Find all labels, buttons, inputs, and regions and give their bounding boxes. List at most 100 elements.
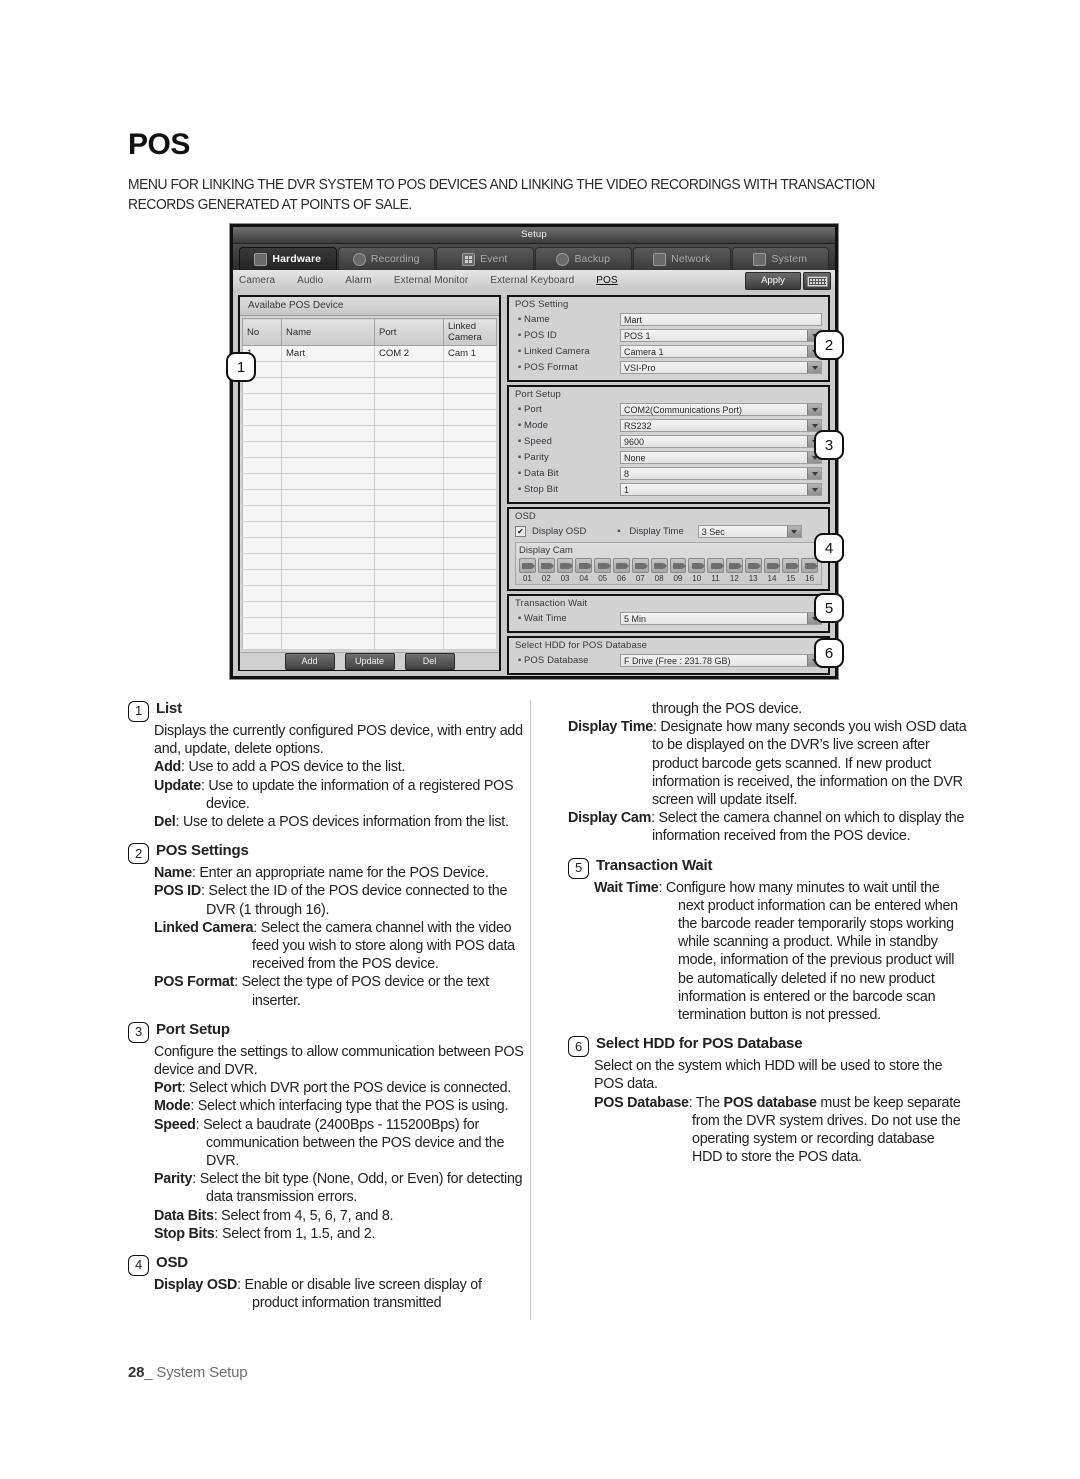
- subtab-alarm[interactable]: Alarm: [345, 275, 372, 286]
- table-row-empty[interactable]: [242, 361, 497, 378]
- cam-cell-10[interactable]: 10: [688, 558, 706, 583]
- tab-network[interactable]: Network: [633, 247, 731, 270]
- chevron-down-icon[interactable]: [807, 362, 821, 373]
- select-pos-id[interactable]: POS 1: [620, 329, 822, 342]
- table-row-empty[interactable]: [242, 473, 497, 490]
- select-port[interactable]: COM2(Communications Port): [620, 403, 822, 416]
- cam-cell-15[interactable]: 15: [782, 558, 800, 583]
- camera-icon[interactable]: [707, 558, 724, 573]
- camera-icon[interactable]: [669, 558, 687, 573]
- table-row-empty[interactable]: [242, 505, 497, 522]
- virtual-keyboard-button[interactable]: [803, 272, 831, 290]
- cam-cell-04[interactable]: 04: [575, 558, 593, 583]
- camera-icon[interactable]: [744, 558, 762, 573]
- cam-cell-12[interactable]: 12: [725, 558, 743, 583]
- chevron-down-icon[interactable]: [807, 484, 821, 495]
- camera-icon[interactable]: [725, 558, 743, 573]
- cam-cell-01[interactable]: 01: [519, 558, 536, 583]
- select-pos-format[interactable]: VSI-Pro: [620, 361, 822, 374]
- select-parity[interactable]: None: [620, 451, 822, 464]
- camera-icon[interactable]: [594, 558, 612, 573]
- update-button[interactable]: Update: [344, 653, 395, 670]
- camera-icon[interactable]: [556, 558, 574, 573]
- table-row-empty[interactable]: [242, 633, 497, 650]
- camera-icon[interactable]: [650, 558, 668, 573]
- camera-icon[interactable]: [763, 558, 781, 573]
- text-display-cam: : Select the camera channel on which to …: [651, 810, 965, 845]
- term-stop-bits: Stop Bits: [154, 1225, 215, 1242]
- select-stop-bit[interactable]: 1: [620, 483, 822, 496]
- table-row-empty[interactable]: [242, 569, 497, 586]
- table-row-empty[interactable]: [242, 537, 497, 554]
- cam-cell-11[interactable]: 11: [707, 558, 724, 583]
- cam-cell-02[interactable]: 02: [537, 558, 555, 583]
- section-2-heading: 2 POS Settings: [128, 842, 528, 865]
- table-row-empty[interactable]: [242, 441, 497, 458]
- cam-cell-03[interactable]: 03: [556, 558, 574, 583]
- camera-icon[interactable]: [782, 558, 800, 573]
- chevron-down-icon[interactable]: [807, 420, 821, 431]
- section-1-heading: 1 List: [128, 700, 528, 722]
- table-row-empty[interactable]: [242, 617, 497, 634]
- tab-recording[interactable]: Recording: [337, 247, 435, 270]
- table-row-empty[interactable]: [242, 585, 497, 602]
- cam-cell-16[interactable]: 16: [801, 558, 818, 583]
- tab-system[interactable]: System: [731, 247, 829, 270]
- tab-backup[interactable]: Backup: [534, 247, 632, 270]
- select-display-time[interactable]: 3 Sec: [697, 525, 802, 538]
- input-name[interactable]: Mart: [620, 313, 822, 326]
- tab-event[interactable]: Event: [436, 247, 534, 270]
- chevron-down-icon[interactable]: [807, 468, 821, 479]
- table-row-empty[interactable]: [242, 409, 497, 426]
- camera-icon[interactable]: [631, 558, 649, 573]
- select-wait-time[interactable]: 5 Min: [620, 612, 822, 625]
- chevron-down-icon[interactable]: [786, 526, 801, 537]
- cam-cell-05[interactable]: 05: [594, 558, 612, 583]
- apply-button[interactable]: Apply: [745, 272, 801, 290]
- section-3-number: 3: [128, 1021, 149, 1043]
- section-4-number: 4: [128, 1255, 149, 1277]
- select-mode[interactable]: RS232: [620, 419, 822, 432]
- table-row-empty[interactable]: [242, 489, 497, 506]
- hdd-database-group: Select HDD for POS Database ▪ POS Databa…: [507, 636, 830, 675]
- table-row-empty[interactable]: [242, 377, 497, 394]
- field-row-stop-bit: ▪ Stop Bit 1: [515, 482, 822, 497]
- select-pos-database[interactable]: F Drive (Free : 231.78 GB): [620, 654, 822, 667]
- camera-icon[interactable]: [688, 558, 706, 573]
- subtab-external-monitor[interactable]: External Monitor: [394, 275, 468, 286]
- camera-icon[interactable]: [613, 558, 630, 573]
- tab-hardware[interactable]: Hardware: [239, 247, 337, 270]
- table-row-empty[interactable]: [242, 601, 497, 618]
- chevron-down-icon[interactable]: [807, 404, 821, 415]
- cam-cell-06[interactable]: 06: [613, 558, 630, 583]
- table-row-empty[interactable]: [242, 393, 497, 410]
- display-osd-checkbox[interactable]: ✔: [515, 526, 526, 537]
- select-speed[interactable]: 9600: [620, 435, 822, 448]
- table-row-empty[interactable]: [242, 425, 497, 442]
- subtab-audio[interactable]: Audio: [297, 275, 323, 286]
- table-row-empty[interactable]: [242, 521, 497, 538]
- page-title: POS: [128, 128, 190, 161]
- table-row-empty[interactable]: [242, 457, 497, 474]
- del-button[interactable]: Del: [404, 653, 455, 670]
- table-row-empty[interactable]: [242, 553, 497, 570]
- add-button[interactable]: Add: [284, 653, 335, 670]
- camera-icon[interactable]: [575, 558, 593, 573]
- cam-cell-09[interactable]: 09: [669, 558, 687, 583]
- camera-icon[interactable]: [801, 558, 818, 573]
- camera-icon[interactable]: [519, 558, 536, 573]
- select-linked-camera[interactable]: Camera 1: [620, 345, 822, 358]
- camera-icon[interactable]: [537, 558, 555, 573]
- text-display-time: : Designate how many seconds you wish OS…: [652, 719, 967, 809]
- cam-cell-08[interactable]: 08: [650, 558, 668, 583]
- cam-cell-07[interactable]: 07: [631, 558, 649, 583]
- cam-cell-14[interactable]: 14: [763, 558, 781, 583]
- table-row[interactable]: 1 Mart COM 2 Cam 1: [242, 345, 497, 362]
- subtab-external-keyboard[interactable]: External Keyboard: [490, 275, 574, 286]
- subtab-pos[interactable]: POS: [596, 275, 617, 286]
- cam-cell-13[interactable]: 13: [744, 558, 762, 583]
- cam-label-10: 10: [692, 574, 702, 583]
- cam-label-11: 11: [711, 574, 720, 583]
- subtab-camera[interactable]: Camera: [239, 275, 275, 286]
- select-data-bit[interactable]: 8: [620, 467, 822, 480]
